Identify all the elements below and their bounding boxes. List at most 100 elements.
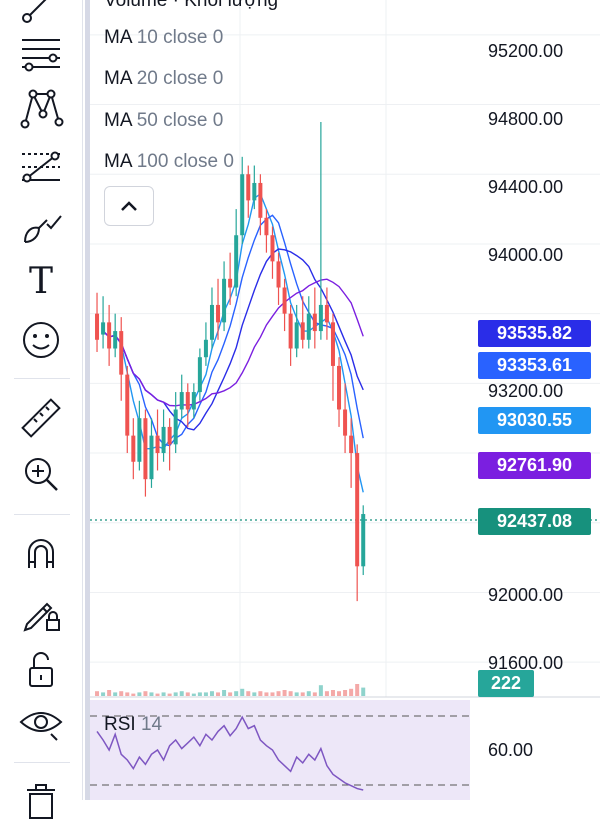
volume-bar: [185, 692, 190, 696]
volume-bar: [324, 691, 329, 696]
moving-average-line: [102, 278, 364, 407]
candle-body: [101, 322, 106, 335]
volume-bar: [143, 691, 148, 696]
ruler-icon[interactable]: [17, 394, 65, 442]
volume-bar: [107, 690, 112, 696]
candle-body: [113, 331, 118, 349]
eye-icon[interactable]: [17, 698, 65, 746]
candle-body: [107, 322, 112, 349]
candle-body: [324, 304, 329, 323]
candle-body: [179, 392, 184, 410]
pattern-icon[interactable]: [17, 84, 65, 132]
candle-body: [209, 304, 214, 340]
volume-bar: [355, 684, 360, 696]
volume-bar: [294, 692, 299, 696]
price-tick: 94800.00: [488, 109, 564, 129]
volume-bar: [264, 692, 269, 696]
candle-body: [252, 182, 257, 201]
collapse-legend-button[interactable]: [104, 186, 154, 226]
candle-body: [95, 313, 100, 340]
volume-bar: [234, 691, 239, 696]
ma-10-legend[interactable]: MA 10 close 0: [104, 27, 223, 49]
candle-body: [228, 278, 233, 288]
volume-bar: [300, 692, 305, 696]
unlock-icon[interactable]: [17, 646, 65, 694]
candle-body: [234, 235, 239, 288]
ma-20-legend[interactable]: MA 20 close 0: [104, 68, 223, 90]
text-tool-glyph: T: [28, 261, 53, 302]
candle-body: [288, 313, 293, 349]
ma-name: MA: [104, 110, 132, 131]
emoji-icon[interactable]: [17, 316, 65, 364]
candle-body: [312, 313, 317, 332]
volume-bar: [155, 693, 160, 696]
brush-icon[interactable]: [17, 202, 65, 250]
candle-body: [185, 392, 190, 410]
lock-drawing-icon[interactable]: [17, 588, 65, 636]
volume-badge: 222: [478, 670, 534, 697]
toolbar-separator: [14, 514, 70, 515]
volume-bar: [137, 692, 142, 696]
volume-bar: [197, 692, 202, 696]
candle-body: [167, 426, 172, 445]
volume-bar: [330, 690, 335, 696]
ma-50-legend[interactable]: MA 50 close 0: [104, 110, 223, 132]
volume-bar: [288, 691, 293, 696]
trend-line-icon[interactable]: [17, 0, 65, 28]
price-tick: 92000.00: [488, 585, 564, 605]
candle-body: [294, 322, 299, 349]
magnet-icon[interactable]: [17, 530, 65, 578]
candle-body: [222, 278, 227, 323]
candle-body: [337, 365, 342, 410]
chevron-up-icon: [121, 201, 137, 211]
candle-body: [300, 322, 305, 340]
zoom-in-icon[interactable]: [17, 450, 65, 498]
ma-10-price-badge: 92761.90: [478, 452, 591, 479]
volume-bar: [258, 691, 263, 696]
volume-bar: [95, 691, 100, 696]
ma-name: MA: [104, 68, 132, 89]
text-tool-icon[interactable]: T: [17, 258, 65, 306]
price-tick: 95200.00: [488, 41, 564, 61]
candle-body: [276, 261, 281, 288]
volume-bar: [252, 692, 257, 696]
volume-bar: [228, 692, 233, 696]
volume-bar: [131, 693, 136, 696]
volume-bar: [173, 692, 178, 696]
volume-bar: [282, 690, 287, 696]
volume-bar: [246, 691, 251, 696]
candle-body: [161, 426, 166, 454]
volume-bar: [203, 692, 208, 696]
volume-bar: [312, 692, 317, 696]
horizontal-lines-icon[interactable]: [17, 28, 65, 76]
candle-body: [173, 409, 178, 445]
volume-bar: [270, 692, 275, 696]
volume-bar: [161, 692, 166, 696]
candle-body: [149, 435, 154, 480]
candle-body: [191, 392, 196, 410]
ma-args: 50 close 0: [136, 110, 224, 131]
candle-body: [125, 374, 130, 436]
volume-bar: [361, 687, 366, 696]
candle-body: [203, 339, 208, 358]
candle-body: [355, 453, 360, 567]
volume-bar: [337, 691, 342, 696]
volume-bar: [149, 692, 154, 696]
ma-20-price-badge: 93030.55: [478, 407, 591, 434]
volume-bar: [276, 691, 281, 696]
candle-body: [343, 409, 348, 436]
forecast-icon[interactable]: [17, 142, 65, 190]
candle-body: [361, 514, 366, 567]
candle-body: [197, 357, 202, 393]
volume-bar: [119, 691, 124, 696]
candle-body: [258, 182, 263, 218]
candle-body: [216, 304, 221, 323]
candle-body: [155, 435, 160, 454]
volume-legend[interactable]: Volume · Khối lượng: [104, 0, 278, 12]
candle-body: [131, 435, 136, 462]
ma-100-legend[interactable]: MA 100 close 0: [104, 151, 234, 173]
rsi-legend[interactable]: RSI 14: [104, 714, 162, 736]
volume-bar: [101, 692, 106, 696]
ma-100-price-badge: 93535.82: [478, 320, 591, 347]
trash-icon[interactable]: [17, 776, 65, 824]
